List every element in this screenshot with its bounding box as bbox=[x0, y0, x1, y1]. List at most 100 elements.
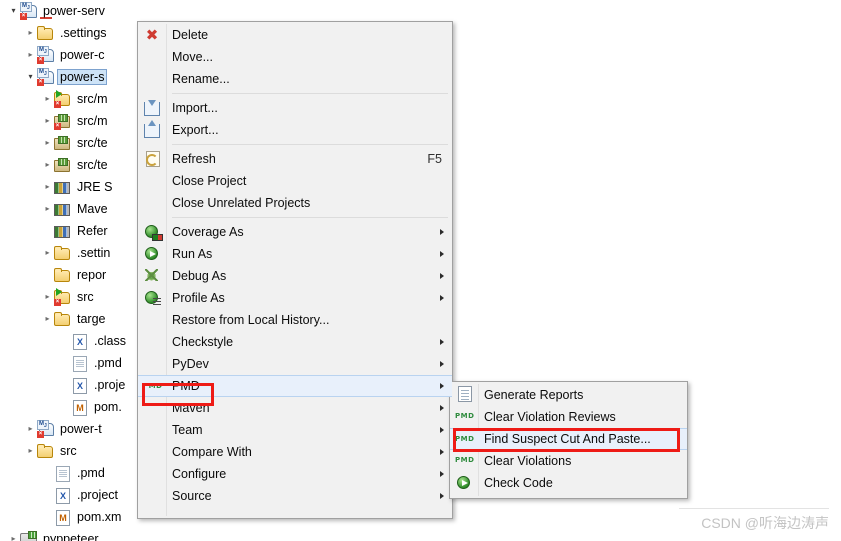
tree-item[interactable]: ▸ src/te bbox=[0, 132, 160, 154]
tree-item[interactable]: ▸ src bbox=[0, 440, 160, 462]
menu-item-profile-as[interactable]: Profile As bbox=[138, 287, 452, 309]
chevron-right-icon[interactable]: ▸ bbox=[24, 447, 37, 455]
chevron-right-icon[interactable]: ▸ bbox=[41, 315, 54, 323]
menu-item-team[interactable]: Team bbox=[138, 419, 452, 441]
tree-item-icon bbox=[54, 245, 72, 261]
folder-icon bbox=[37, 26, 53, 40]
submenu-arrow-icon bbox=[440, 251, 444, 257]
menu-item-delete[interactable]: ✖ Delete bbox=[138, 24, 452, 46]
tree-item-label: src/te bbox=[77, 136, 108, 150]
chevron-right-icon[interactable]: ▸ bbox=[41, 293, 54, 301]
python-project-icon bbox=[20, 531, 37, 541]
tree-item[interactable]: ▾ MJ × power-serv bbox=[0, 0, 160, 22]
chevron-right-icon[interactable]: ▸ bbox=[41, 161, 54, 169]
chevron-right-icon[interactable]: ▸ bbox=[41, 139, 54, 147]
tree-item-icon bbox=[54, 465, 72, 482]
tree-item[interactable]: ▸ Mave bbox=[0, 198, 160, 220]
tree-item-icon bbox=[54, 267, 72, 283]
library-icon bbox=[54, 204, 70, 216]
menu-item-close-project[interactable]: Close Project bbox=[138, 170, 452, 192]
tree-item[interactable]: ▸ × src bbox=[0, 286, 160, 308]
pmd-menu-item-check-code[interactable]: Check Code bbox=[450, 472, 687, 494]
menu-item-compare-with[interactable]: Compare With bbox=[138, 441, 452, 463]
chevron-right-icon[interactable]: ▸ bbox=[24, 29, 37, 37]
tree-item[interactable]: ▸ pyppeteer bbox=[0, 528, 160, 541]
tree-item-label: .proje bbox=[94, 378, 126, 392]
maven-pom-icon: M bbox=[56, 510, 70, 526]
error-badge-icon: × bbox=[37, 79, 44, 86]
tree-item-icon bbox=[54, 201, 72, 217]
refresh-icon bbox=[146, 151, 160, 167]
tree-item[interactable]: ▸ .settin bbox=[0, 242, 160, 264]
tree-item-icon: × bbox=[54, 288, 72, 306]
pmd-submenu[interactable]: Generate Reports PMD Clear Violation Revie… bbox=[449, 381, 688, 499]
chevron-right-icon[interactable]: ▸ bbox=[24, 425, 37, 433]
menu-item-source[interactable]: Source bbox=[138, 485, 452, 507]
tree-item-label: pom. bbox=[94, 400, 122, 414]
tree-item[interactable]: ▾ MJ × power-s bbox=[0, 66, 160, 88]
tree-item-icon: × bbox=[54, 113, 72, 130]
tree-item[interactable]: Refer bbox=[0, 220, 160, 242]
chevron-right-icon[interactable]: ▸ bbox=[7, 535, 20, 541]
menu-separator bbox=[172, 217, 448, 218]
menu-item-refresh[interactable]: Refresh F5 bbox=[138, 148, 452, 170]
pmd-menu-item-find-suspect-cut-and-paste[interactable]: PMD Find Suspect Cut And Paste... bbox=[450, 428, 687, 450]
chevron-right-icon[interactable]: ▸ bbox=[41, 183, 54, 191]
pmd-menu-item-generate-reports[interactable]: Generate Reports bbox=[450, 384, 687, 406]
chevron-right-icon[interactable]: ▸ bbox=[41, 205, 54, 213]
tree-item-icon bbox=[54, 223, 72, 239]
chevron-right-icon[interactable]: ▸ bbox=[41, 95, 54, 103]
submenu-arrow-icon bbox=[440, 383, 444, 389]
menu-item-pydev[interactable]: PyDev bbox=[138, 353, 452, 375]
submenu-arrow-icon bbox=[440, 295, 444, 301]
tree-item[interactable]: X .proje bbox=[0, 374, 160, 396]
package-explorer-tree[interactable]: ▾ MJ × power-serv ▸ .settings ▸ MJ × power-c ▾ MJ × p… bbox=[0, 0, 160, 541]
tree-item[interactable]: ▸ × src/m bbox=[0, 110, 160, 132]
tree-item-label: pom.xm bbox=[77, 510, 122, 524]
pmd-menu-item-clear-violations[interactable]: PMD Clear Violations bbox=[450, 450, 687, 472]
tree-item[interactable]: X .project bbox=[0, 484, 160, 506]
tree-item[interactable]: .pmd bbox=[0, 462, 160, 484]
tree-item[interactable]: ▸ MJ × power-t bbox=[0, 418, 160, 440]
chevron-right-icon[interactable]: ▸ bbox=[41, 249, 54, 257]
tree-item[interactable]: X .class bbox=[0, 330, 160, 352]
menu-item-restore-from-local-history[interactable]: Restore from Local History... bbox=[138, 309, 452, 331]
menu-item-rename[interactable]: Rename... bbox=[138, 68, 452, 90]
pmd-icon: PMD bbox=[455, 412, 475, 420]
menu-item-maven[interactable]: Maven bbox=[138, 397, 452, 419]
tree-item[interactable]: Mpom. bbox=[0, 396, 160, 418]
menu-item-move[interactable]: Move... bbox=[138, 46, 452, 68]
tree-item[interactable]: ▸ targe bbox=[0, 308, 160, 330]
menu-item-label: Profile As bbox=[172, 291, 225, 305]
chevron-right-icon[interactable]: ▸ bbox=[24, 51, 37, 59]
tree-item[interactable]: repor bbox=[0, 264, 160, 286]
project-context-menu[interactable]: ✖ Delete Move... Rename... Import... Export..… bbox=[137, 21, 453, 519]
tree-item[interactable]: ▸ .settings bbox=[0, 22, 160, 44]
pmd-menu-item-clear-violation-reviews[interactable]: PMD Clear Violation Reviews bbox=[450, 406, 687, 428]
pmd-icon: PMD bbox=[455, 456, 475, 464]
menu-item-export[interactable]: Export... bbox=[138, 119, 452, 141]
tree-item-label: power-c bbox=[60, 48, 105, 62]
menu-item-coverage-as[interactable]: Coverage As bbox=[138, 221, 452, 243]
tree-item-icon: X bbox=[71, 377, 89, 394]
menu-item-debug-as[interactable]: Debug As bbox=[138, 265, 452, 287]
tree-item[interactable]: ▸ MJ × power-c bbox=[0, 44, 160, 66]
tree-item[interactable]: ▸ src/te bbox=[0, 154, 160, 176]
tree-item[interactable]: ▸ JRE S bbox=[0, 176, 160, 198]
submenu-arrow-icon bbox=[440, 427, 444, 433]
menu-item-pmd[interactable]: PMD PMD bbox=[138, 375, 452, 397]
menu-item-close-unrelated-projects[interactable]: Close Unrelated Projects bbox=[138, 192, 452, 214]
chevron-right-icon[interactable]: ▸ bbox=[41, 117, 54, 125]
menu-item-run-as[interactable]: Run As bbox=[138, 243, 452, 265]
menu-item-label: Rename... bbox=[172, 72, 230, 86]
menu-item-configure[interactable]: Configure bbox=[138, 463, 452, 485]
menu-item-import[interactable]: Import... bbox=[138, 97, 452, 119]
chevron-down-icon[interactable]: ▾ bbox=[24, 73, 37, 81]
tree-item-icon bbox=[71, 355, 89, 372]
menu-item-checkstyle[interactable]: Checkstyle bbox=[138, 331, 452, 353]
tree-item[interactable]: ▸ × src/m bbox=[0, 88, 160, 110]
tree-item[interactable]: Mpom.xm bbox=[0, 506, 160, 528]
tree-item-label: JRE S bbox=[77, 180, 113, 194]
tree-item[interactable]: .pmd bbox=[0, 352, 160, 374]
chevron-down-icon[interactable]: ▾ bbox=[7, 7, 20, 15]
